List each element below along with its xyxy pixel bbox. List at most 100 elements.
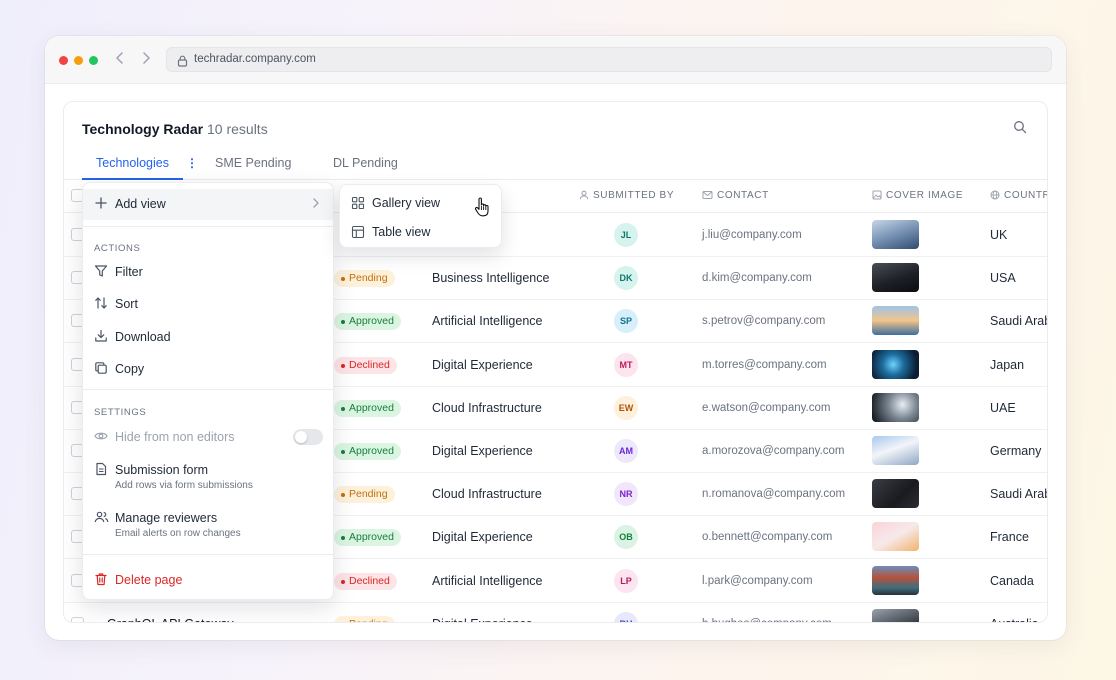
url-text: techradar.company.com [194,53,316,65]
avatar: OB [614,525,638,550]
avatar: DK [614,266,638,291]
contact-email[interactable]: l.park@company.com [702,575,813,587]
sort-icon [94,296,108,315]
column-submitted-by[interactable]: SUBMITTED BY [579,190,674,201]
country-cell: UAE [990,400,1016,415]
cover-image[interactable] [872,220,919,249]
contact-email[interactable]: d.kim@company.com [702,272,812,284]
search-icon[interactable] [1013,120,1027,139]
download-icon [94,329,108,348]
cover-image[interactable] [872,392,919,422]
tab-dl-pending[interactable]: DL Pending [333,156,398,170]
category-cell: Artificial Intelligence [432,314,543,329]
country-cell: UK [990,228,1008,242]
user-icon [579,190,589,200]
copy-icon [94,361,108,380]
tab-sme-pending[interactable]: SME Pending [215,156,291,170]
status-badge: Pending [334,486,395,504]
hide-toggle[interactable] [293,429,323,445]
delete-page-label: Delete page [115,573,183,587]
view-options-menu: Add view ACTIONS Filter Sort Download Co… [82,182,334,600]
add-view-menu-item[interactable]: Add view [83,189,333,220]
country-cell: USA [990,271,1016,286]
lock-icon [177,53,188,76]
avatar: JL [614,223,638,247]
category-cell: Cloud Infrastructure [432,487,542,502]
browser-window: techradar.company.com Technology Radar 1… [45,36,1066,640]
plus-icon [94,196,108,215]
cover-image[interactable] [872,565,919,595]
contact-email[interactable]: m.torres@company.com [702,359,827,371]
table-view-item[interactable]: Table view [340,218,501,246]
contact-email[interactable]: b.hughes@company.com [702,618,832,622]
contact-email[interactable]: s.petrov@company.com [702,315,825,327]
mail-icon [702,191,713,199]
contact-email[interactable]: e.watson@company.com [702,402,830,414]
chevron-right-icon [312,197,320,212]
contact-email[interactable]: n.romanova@company.com [702,488,845,500]
manage-reviewers-label: Manage reviewers [115,511,218,525]
filter-menu-item[interactable]: Filter [83,257,333,287]
browser-toolbar: techradar.company.com [45,36,1066,84]
status-badge: Approved [334,443,401,460]
table-view-label: Table view [372,225,431,239]
cover-image[interactable] [872,608,919,622]
add-view-label: Add view [115,197,166,211]
chevron-right-icon[interactable] [138,50,154,70]
country-cell: Saudi Arab [990,487,1048,502]
minimize-window-button[interactable] [74,56,83,65]
submission-form-description: Add rows via form submissions [115,480,253,491]
delete-page-menu-item[interactable]: Delete page [83,565,333,595]
image-icon [872,190,882,200]
address-bar[interactable]: techradar.company.com [166,47,1052,72]
gallery-view-label: Gallery view [372,196,441,210]
cover-image[interactable] [872,522,919,552]
maximize-window-button[interactable] [89,56,98,65]
menu-divider [83,226,333,227]
manage-reviewers-description: Email alerts on row changes [115,528,241,539]
close-window-button[interactable] [59,56,68,65]
contact-email[interactable]: a.morozova@company.com [702,445,845,457]
kebab-menu-icon[interactable]: ⋮ [186,156,198,170]
cover-image[interactable] [872,436,919,465]
hide-label: Hide from non editors [115,430,235,444]
menu-divider [83,389,333,390]
download-label: Download [115,330,171,344]
column-cover-image[interactable]: COVER IMAGE [872,190,963,201]
category-cell: Cloud Infrastructure [432,400,542,415]
result-count: 10 results [207,121,268,137]
row-checkbox[interactable] [71,616,84,622]
download-menu-item[interactable]: Download [83,322,333,352]
contact-email[interactable]: o.bennett@company.com [702,531,832,543]
status-badge: Declined [334,572,397,590]
copy-menu-item[interactable]: Copy [83,354,333,384]
cover-image[interactable] [872,349,919,379]
cover-image[interactable] [872,263,919,293]
manage-reviewers-menu-item[interactable]: Manage reviewers Email alerts on row cha… [83,503,333,539]
hand-pointer-icon [474,197,490,222]
table-row[interactable]: GraphQL API Gateway Pending Digital Experi… [64,603,1047,622]
status-badge: Pending [334,270,395,288]
category-cell: Artificial Intelligence [432,573,543,588]
avatar: NR [614,482,638,507]
status-badge: Approved [334,399,401,417]
category-cell: Digital Experience [432,617,533,622]
column-country[interactable]: COUNTR [990,190,1047,201]
chevron-left-icon[interactable] [112,50,128,70]
grid-icon [351,196,365,215]
status-badge: Approved [334,313,401,331]
sort-label: Sort [115,297,138,311]
submission-form-menu-item[interactable]: Submission form Add rows via form submis… [83,455,333,491]
avatar: AM [614,439,638,463]
sort-menu-item[interactable]: Sort [83,289,333,319]
contact-email[interactable]: j.liu@company.com [702,229,802,241]
cover-image[interactable] [872,479,919,509]
page-title: Technology Radar [82,121,204,137]
column-contact[interactable]: CONTACT [702,190,769,201]
hide-from-non-editors-item[interactable]: Hide from non editors [83,422,333,452]
filter-label: Filter [115,265,143,279]
tab-technologies[interactable]: Technologies [96,156,169,170]
cover-image[interactable] [872,306,919,336]
country-cell: France [990,530,1029,545]
submission-form-label: Submission form [115,463,209,477]
